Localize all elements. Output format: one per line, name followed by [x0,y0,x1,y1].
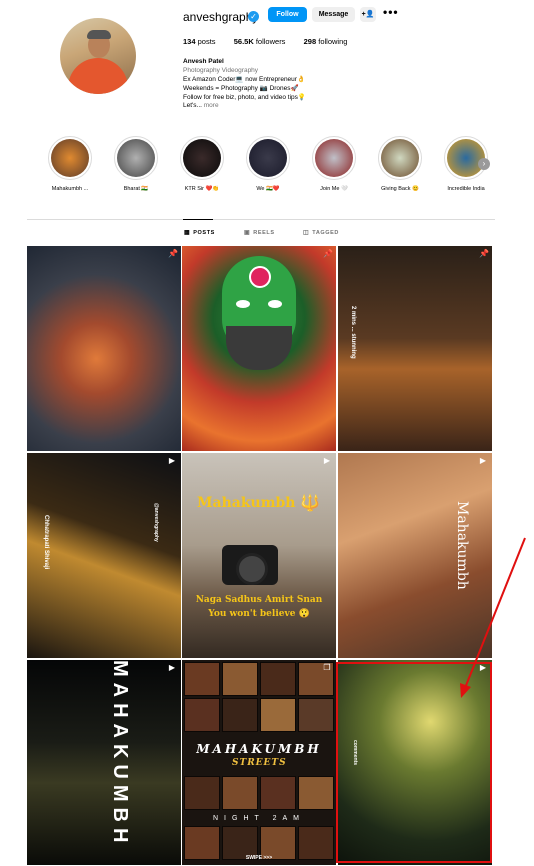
post-caption-line-2: You won't believe 😲 [208,609,310,619]
post-title-text: Mahakumbh [197,495,296,511]
bio-line-2: Weekends = Photography 📷 Drones🚀 [183,85,299,92]
highlight-item[interactable]: KTR Sir ❤️👏 [180,136,224,192]
tab-reels[interactable]: ▣ REELS [244,229,275,236]
reel-icon: ▶ [323,456,331,465]
highlight-cover-image [51,139,89,177]
tabs-divider [27,219,495,220]
highlights-next-arrow-icon[interactable]: › [478,158,490,170]
bio-line-4: Let's... more [183,102,219,109]
posts-count: 134 [183,37,196,46]
pin-icon: 📌 [479,249,489,258]
tagged-icon: ◫ [303,230,310,236]
trident-icon: 🔱 [300,495,320,512]
highlight-item[interactable]: Bharat 🇮🇳 [114,136,158,192]
followers-label[interactable]: followers [256,37,286,46]
tab-reels-label: REELS [253,230,275,236]
highlight-annotation-box [336,662,492,863]
post-tile-bathing-crowd[interactable]: ▶ Mahakumbh [338,453,492,658]
profile-avatar[interactable] [60,18,136,94]
post-handle-text: @anveshgraphy [153,503,159,542]
highlight-item[interactable]: Join Me 🤍 [312,136,356,192]
post-tile-green-face[interactable]: 📌 [182,246,336,451]
highlight-item[interactable]: We 🇮🇳❤️ [246,136,290,192]
tab-posts-label: POSTS [193,230,215,236]
bio-line-3: Follow for free biz, photo, and video ti… [183,94,306,101]
highlight-label: Bharat 🇮🇳 [123,186,149,192]
bio-category: Photography Videography [183,67,259,74]
follow-button[interactable]: Follow [268,7,307,22]
highlight-cover-image [315,139,353,177]
suggest-user-button[interactable]: +👤 [360,7,376,22]
profile-stats: 134 posts 56.5K followers 298 following [183,37,347,46]
post-side-text: Chhatrapati Shivaji [43,515,49,570]
highlight-cover-image [381,139,419,177]
swipe-hint-text: SWIPE >>> [245,855,273,861]
active-tab-indicator [183,219,213,220]
highlight-item[interactable]: Giving Back 😊 [378,136,422,192]
more-options-icon[interactable]: ••• [383,5,399,19]
tab-posts[interactable]: ▦ POSTS [184,229,215,236]
post-tile-mahakumbh-night[interactable]: ▶ MAHAKUMBH [27,660,181,865]
highlight-cover-image [183,139,221,177]
highlight-label: Join Me 🤍 [320,186,348,192]
highlight-label: KTR Sir ❤️👏 [184,186,220,192]
reel-icon: ▶ [479,456,487,465]
post-tile-night-aerial[interactable]: 📌 2 mins ... stunning [338,246,492,451]
highlight-cover-image [249,139,287,177]
grid-icon: ▦ [184,230,191,236]
post-side-title: MAHAKUMBH [109,660,131,849]
carousel-icon: ❐ [323,663,331,672]
message-button[interactable]: Message [312,7,355,22]
post-side-title: Mahakumbh [454,501,470,590]
verified-badge-icon: ✓ [248,11,259,22]
pin-icon: 📌 [168,249,178,258]
highlight-label: Mahakumbh ... [51,186,89,192]
bio-name: Anvesh Patel [183,58,224,65]
bio-line-4-text: Let's... [183,102,204,109]
highlight-label: We 🇮🇳❤️ [256,186,280,192]
highlight-cover-image [117,139,155,177]
post-side-text: 2 mins ... stunning [350,306,356,359]
post-tile-naga-sadhus[interactable]: ▶ Mahakumbh 🔱 Naga Sadhus Amirt Snan You… [182,453,336,658]
post-title-text: MAHAKUMBH [196,742,322,756]
bio-line-1: Ex Amazon Coder💻 now Entrepreneur👌 [183,76,306,83]
post-tile-ganesha[interactable]: 📌 [27,246,181,451]
post-subtitle-text: STREETS [232,758,287,768]
followers-count[interactable]: 56.5K [234,37,254,46]
camera-image [222,545,278,585]
highlight-label: Incredible India [447,186,485,192]
following-label[interactable]: following [318,37,347,46]
following-count[interactable]: 298 [304,37,317,46]
posts-label: posts [197,37,216,46]
reel-icon: ▶ [168,456,176,465]
post-caption-line-1: Naga Sadhus Amirt Snan [195,595,323,605]
tab-tagged[interactable]: ◫ TAGGED [303,229,339,236]
highlight-cover-image [447,139,485,177]
reels-icon: ▣ [244,230,251,236]
post-tile-mahakumbh-streets[interactable]: ❐ MAHAKUMBH STREETS NIGHT 2AM SWIPE >>> [182,660,336,865]
post-caption-text: NIGHT 2AM [213,815,305,822]
pin-icon: 📌 [323,249,333,258]
highlight-item[interactable]: Mahakumbh ... [48,136,92,192]
tab-tagged-label: TAGGED [312,230,340,236]
bio-more-link[interactable]: more [204,102,219,109]
highlight-label: Giving Back 😊 [381,186,419,192]
reel-icon: ▶ [168,663,176,672]
post-tile-lit-building[interactable]: ▶ Chhatrapati Shivaji @anveshgraphy [27,453,181,658]
